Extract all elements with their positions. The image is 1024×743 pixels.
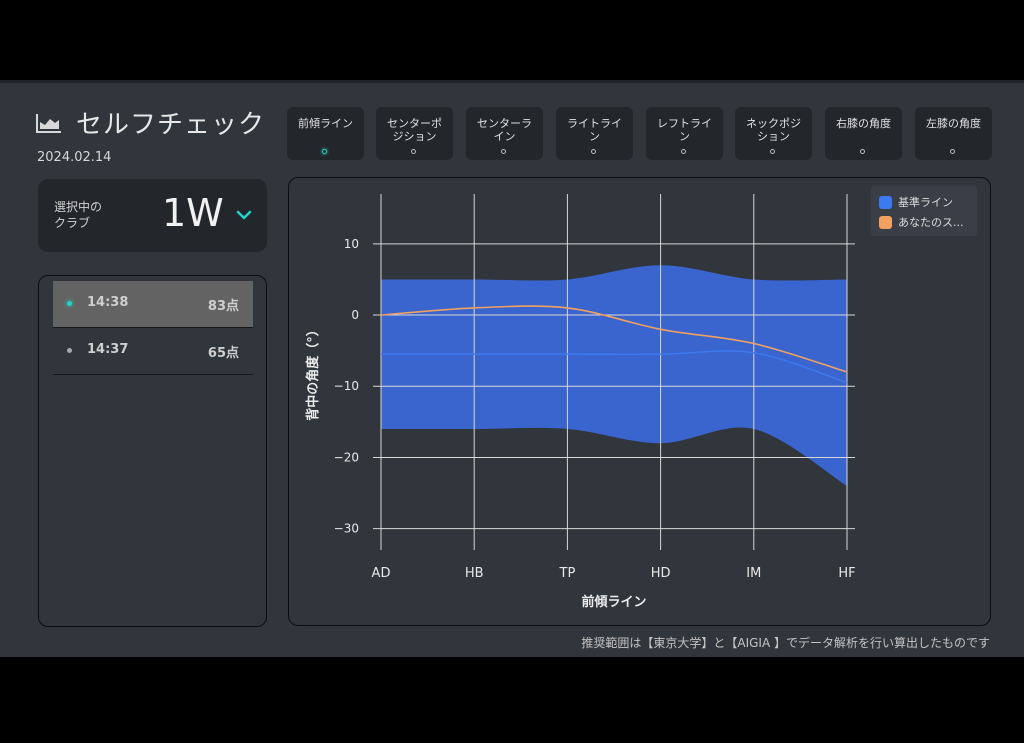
tab-label: センターポ ジション — [387, 117, 442, 143]
line-chart: 10 0 −10 −20 −30 AD HB TP HD IM HF 前傾ライン 背中の角度（°） — [305, 194, 856, 610]
club-value: 1W — [162, 191, 224, 235]
recommended-range-band — [381, 265, 847, 486]
y-tick-label: −20 — [334, 450, 359, 464]
tab-label: センターラ イン — [477, 117, 532, 143]
legend-label: あなたのス... — [898, 216, 964, 229]
x-tick-label: IM — [746, 566, 761, 581]
page-header: セルフチェック — [36, 104, 265, 141]
tab-center-line[interactable]: センターラ イン — [466, 107, 543, 160]
tab-indicator-icon — [681, 149, 686, 154]
tab-left-knee-angle[interactable]: 左膝の角度 — [915, 107, 992, 160]
x-tick-label: AD — [372, 566, 391, 581]
tab-indicator-icon — [411, 149, 416, 154]
tab-label: 前傾ライン — [298, 117, 353, 130]
tab-indicator-icon — [860, 149, 865, 154]
top-border — [0, 80, 1024, 83]
active-dot-icon — [67, 301, 72, 306]
x-tick-label: HB — [465, 566, 484, 581]
tab-right-line[interactable]: ライトライ ン — [556, 107, 633, 160]
legend-swatch — [879, 195, 892, 209]
history-item[interactable]: 14:37 65点 — [53, 328, 253, 375]
tab-forward-tilt-line[interactable]: 前傾ライン — [287, 107, 364, 160]
footer-note: 推奨範囲は【東京大学】と【AIGIA 】でデータ解析を行い算出したものです — [581, 636, 990, 650]
y-tick-label: 10 — [344, 237, 359, 251]
history-score: 65点 — [207, 346, 239, 361]
tab-right-knee-angle[interactable]: 右膝の角度 — [825, 107, 902, 160]
tab-indicator-icon — [770, 149, 775, 154]
tab-label: ライトライ ン — [567, 117, 622, 143]
app-window: セルフチェック 2024.02.14 選択中の クラブ 1W 14:38 83点… — [0, 80, 1024, 657]
tab-neck-position[interactable]: ネックポジ ション — [735, 107, 812, 160]
y-tick-label: 0 — [351, 308, 359, 322]
history-list: 14:38 83点 14:37 65点 — [38, 275, 267, 627]
legend-item-user[interactable]: あなたのス... — [879, 214, 964, 230]
y-axis-label: 背中の角度（°） — [305, 323, 321, 421]
history-item[interactable]: 14:38 83点 — [53, 281, 253, 328]
club-selector[interactable]: 選択中の クラブ 1W — [38, 179, 267, 252]
chevron-down-icon[interactable] — [235, 207, 253, 223]
chart-panel: 10 0 −10 −20 −30 AD HB TP HD IM HF 前傾ライン 背中の角度（°） 基準… — [288, 177, 991, 626]
tab-label: 左膝の角度 — [926, 117, 981, 130]
tab-label: ネックポジ ション — [746, 117, 801, 143]
tab-indicator-icon — [950, 149, 955, 154]
tab-indicator-icon — [322, 149, 327, 154]
history-time: 14:37 — [87, 342, 129, 357]
legend-item-baseline[interactable]: 基準ライン — [879, 194, 953, 210]
x-tick-label: HF — [838, 566, 855, 581]
tab-center-position[interactable]: センターポ ジション — [376, 107, 453, 160]
history-time: 14:38 — [87, 295, 129, 310]
tab-indicator-icon — [501, 149, 506, 154]
chart-area-icon — [36, 113, 61, 133]
club-label: 選択中の クラブ — [54, 200, 103, 230]
tab-label: 右膝の角度 — [836, 117, 891, 130]
tab-label: レフトライ ン — [657, 117, 712, 143]
tab-indicator-icon — [591, 149, 596, 154]
session-date: 2024.02.14 — [37, 150, 112, 165]
x-axis-label: 前傾ライン — [581, 594, 646, 610]
page-title: セルフチェック — [76, 110, 266, 140]
tab-left-line[interactable]: レフトライ ン — [646, 107, 723, 160]
x-tick-label: TP — [559, 566, 576, 581]
dot-icon — [67, 348, 72, 353]
y-tick-label: −10 — [334, 379, 359, 393]
history-score: 83点 — [207, 299, 239, 314]
legend-label: 基準ライン — [898, 196, 953, 209]
legend-swatch — [879, 215, 892, 229]
y-tick-label: −30 — [334, 522, 359, 536]
x-tick-label: HD — [651, 566, 671, 581]
chart-legend: 基準ライン あなたのス... — [871, 186, 977, 236]
